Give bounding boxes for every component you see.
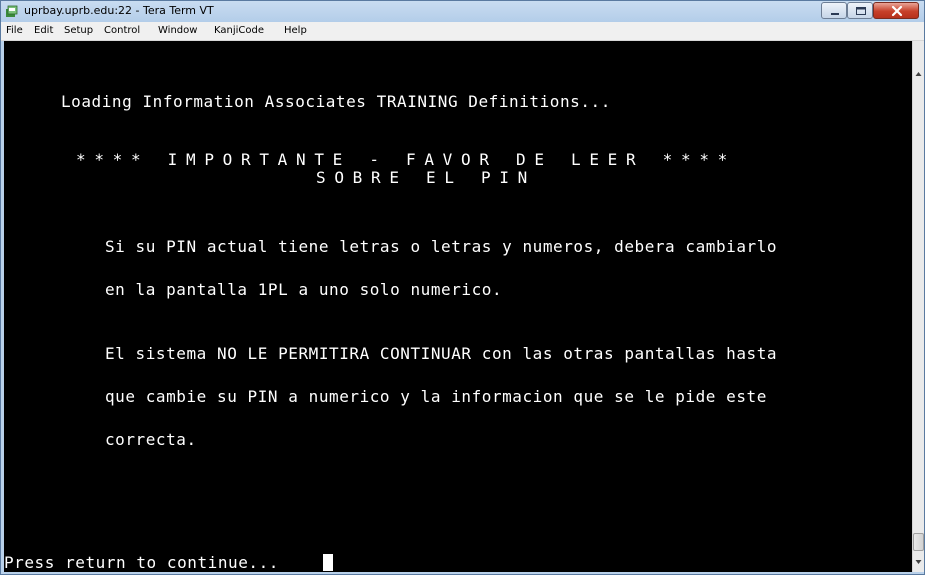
terminal-paragraph-1-line-2: en la pantalla 1PL a uno solo numerico. (105, 280, 503, 299)
menu-file[interactable]: File (6, 25, 23, 36)
menu-kanjicode[interactable]: KanjiCode (214, 25, 264, 36)
terminal-important-subheading: SOBRE EL PIN (316, 168, 536, 187)
title-bar[interactable]: uprbay.uprb.edu:22 - Tera Term VT (1, 1, 924, 22)
maximize-button[interactable] (847, 2, 873, 19)
app-window: uprbay.uprb.edu:22 - Tera Term VT File E… (0, 0, 925, 575)
menu-edit[interactable]: Edit (34, 25, 53, 36)
scroll-thumb[interactable] (913, 533, 924, 551)
scroll-down-icon[interactable] (913, 555, 924, 569)
scroll-up-icon[interactable] (913, 67, 924, 81)
tera-term-icon[interactable] (5, 4, 19, 18)
terminal-paragraph-2-line-2: que cambie su PIN a numerico y la inform… (105, 387, 767, 406)
close-button[interactable] (873, 2, 919, 19)
menu-setup[interactable]: Setup (64, 25, 93, 36)
menu-window[interactable]: Window (158, 25, 197, 36)
terminal-paragraph-2-line-1: El sistema NO LE PERMITIRA CONTINUAR con… (105, 344, 778, 363)
close-icon (891, 5, 903, 17)
window-title: uprbay.uprb.edu:22 - Tera Term VT (24, 4, 214, 17)
terminal-prompt: Press return to continue... (4, 553, 279, 572)
minimize-button[interactable] (821, 2, 847, 19)
terminal-important-heading: **** IMPORTANTE - FAVOR DE LEER **** (76, 150, 736, 169)
vertical-scrollbar[interactable] (912, 41, 924, 572)
minimize-icon (831, 13, 839, 15)
terminal-screen[interactable]: Loading Information Associates TRAINING … (4, 41, 912, 572)
terminal-loading-line: Loading Information Associates TRAINING … (61, 92, 611, 111)
terminal-cursor (323, 554, 333, 571)
terminal-paragraph-2-line-3: correcta. (105, 430, 197, 449)
maximize-icon (856, 7, 866, 15)
menu-help[interactable]: Help (284, 25, 307, 36)
menu-control[interactable]: Control (104, 25, 140, 36)
terminal-paragraph-1-line-1: Si su PIN actual tiene letras o letras y… (105, 237, 778, 256)
menu-bar: File Edit Setup Control Window KanjiCode… (1, 22, 924, 41)
